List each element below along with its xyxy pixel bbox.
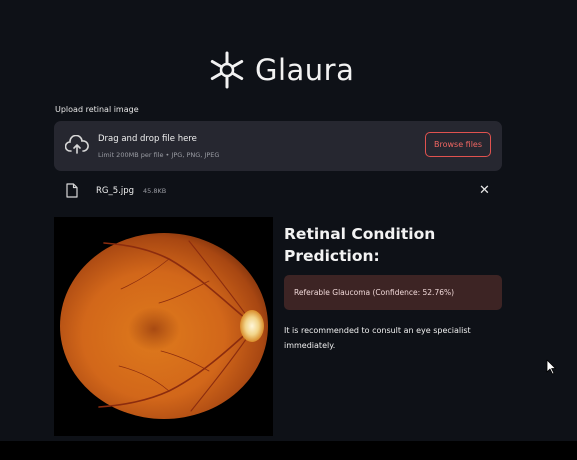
upload-label: Upload retinal image (55, 105, 139, 114)
file-name: RG_5.jpg (96, 186, 135, 196)
retinal-fundus-image (60, 233, 268, 419)
file-icon (66, 183, 78, 198)
prediction-alert: Referable Glaucoma (Confidence: 52.76%) (284, 275, 502, 310)
prediction-text: Referable Glaucoma (Confidence: 52.76%) (294, 288, 455, 297)
uploaded-file-row: RG_5.jpg 45.8KB ✕ (66, 183, 496, 199)
file-dropzone[interactable]: Drag and drop file here Limit 200MB per … (54, 121, 502, 171)
mouse-cursor-icon (546, 359, 556, 375)
app-logo: Glaura (207, 50, 354, 90)
result-title: Retinal Condition Prediction: (284, 225, 436, 265)
cloud-upload-icon (65, 135, 89, 154)
bottom-bar (0, 441, 577, 460)
close-icon[interactable]: ✕ (479, 184, 490, 197)
glaura-logo-icon (210, 51, 244, 89)
app-name: Glaura (255, 53, 355, 87)
browse-files-button[interactable]: Browse files (425, 132, 491, 157)
file-size: 45.8KB (143, 187, 167, 195)
dropzone-limit: Limit 200MB per file • JPG, PNG, JPEG (98, 151, 220, 159)
dropzone-title: Drag and drop file here (98, 134, 197, 144)
recommendation-text: It is recommended to consult an eye spec… (284, 326, 471, 350)
retinal-image-panel (54, 217, 273, 436)
